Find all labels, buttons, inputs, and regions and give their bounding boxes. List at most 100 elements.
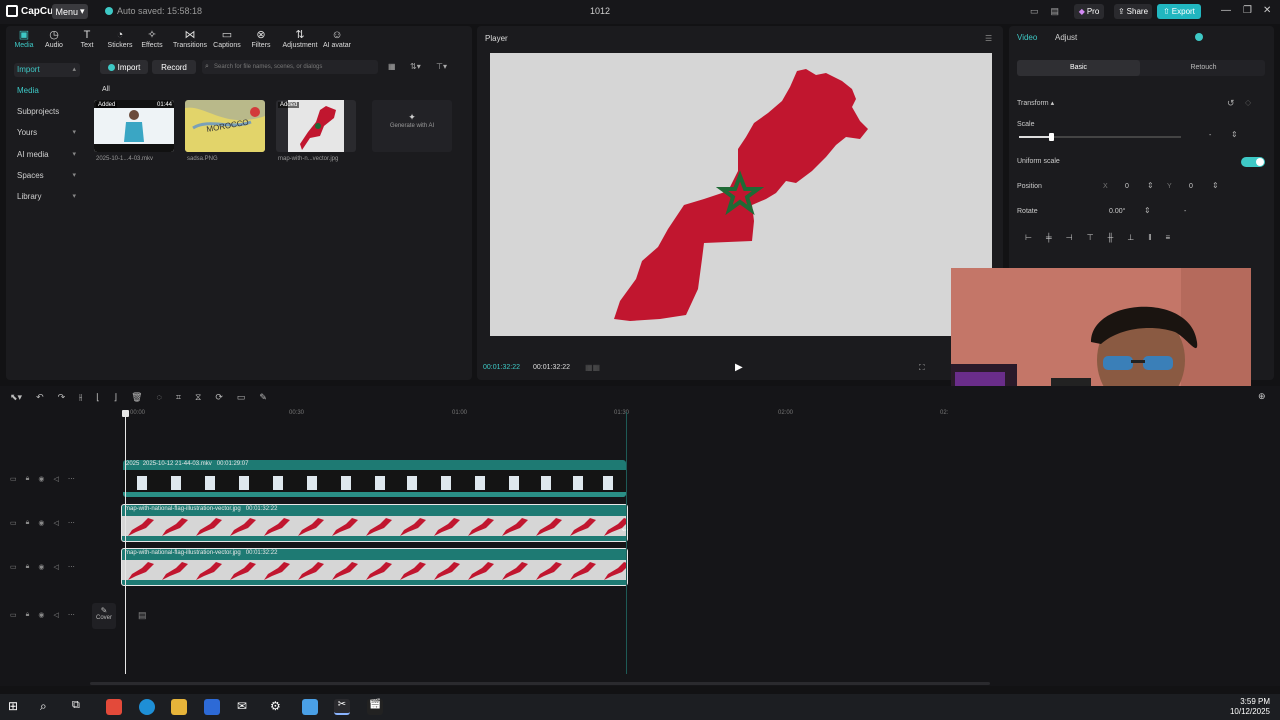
stepper-icon[interactable]: ⇕: [1231, 130, 1238, 139]
align-bottom-icon[interactable]: ⊥: [1127, 233, 1134, 242]
media-item-image[interactable]: Added: [276, 100, 356, 152]
add-track-icon[interactable]: ⊕: [1258, 391, 1266, 402]
colorful-app-icon[interactable]: [106, 699, 122, 715]
play-icon[interactable]: ▶: [735, 362, 743, 373]
layout-icon[interactable]: ▤: [1051, 6, 1060, 17]
fullscreen-icon[interactable]: ⛶: [919, 363, 925, 373]
speaker-icon[interactable]: ◁: [53, 519, 58, 527]
tool-filters[interactable]: ⊗ Filters: [243, 28, 279, 49]
more-icon[interactable]: ⋯: [68, 519, 75, 527]
store-icon[interactable]: [204, 699, 220, 715]
rotate-extra[interactable]: -: [1184, 208, 1186, 215]
stepper-icon[interactable]: ⇕: [1144, 206, 1151, 215]
scale-slider[interactable]: [1019, 133, 1181, 141]
magic-icon[interactable]: ✎: [259, 392, 267, 403]
more-icon[interactable]: ⋯: [68, 611, 75, 619]
sidebar-item-library[interactable]: Library ▾: [14, 190, 80, 204]
lock-icon[interactable]: 🔒︎: [26, 563, 30, 571]
sidebar-item-spaces[interactable]: Spaces ▾: [14, 169, 80, 183]
record-button[interactable]: Record: [152, 60, 196, 74]
transform-section[interactable]: Transform ▴: [1017, 99, 1054, 107]
media-item-video[interactable]: Added 01:44: [94, 100, 174, 152]
media-item-image[interactable]: MOROCCO: [185, 100, 265, 152]
capcut-taskbar-icon[interactable]: ✂: [334, 699, 350, 715]
uniform-scale-toggle[interactable]: [1241, 157, 1265, 167]
shield-icon[interactable]: ◌: [157, 392, 162, 403]
scale-value[interactable]: -: [1209, 132, 1211, 139]
position-y-input[interactable]: 0: [1189, 183, 1193, 190]
lock-icon[interactable]: 🔒︎: [26, 475, 30, 483]
tool-text[interactable]: T Text: [69, 28, 105, 49]
chatgpt-icon[interactable]: ⚙: [270, 699, 286, 715]
stepper-icon[interactable]: ⇕: [1212, 181, 1219, 190]
tool-audio[interactable]: ◷ Audio: [36, 28, 72, 49]
menu-button[interactable]: Menu ▾: [52, 4, 88, 19]
task-view-icon[interactable]: ⧉: [72, 699, 88, 715]
minimize-icon[interactable]: —: [1221, 5, 1231, 16]
import-button[interactable]: Import: [100, 60, 148, 74]
video-clip[interactable]: 2025 2025-10-12 21-44-03.mkv 00:01:29:07: [123, 460, 626, 497]
tool-transitions[interactable]: ⋈ Transitions: [172, 28, 208, 49]
subtab-basic[interactable]: Basic: [1017, 60, 1140, 76]
eye-icon[interactable]: ◉: [38, 611, 44, 619]
speaker-icon[interactable]: ◁: [53, 475, 58, 483]
mail-icon[interactable]: ✉: [237, 699, 253, 715]
rotate-input[interactable]: 0.00°: [1109, 208, 1125, 215]
lock-icon[interactable]: 🔒︎: [26, 611, 30, 619]
align-center-h-icon[interactable]: ╪: [1046, 233, 1052, 242]
project-title[interactable]: 1012: [590, 6, 610, 16]
edge-browser-icon[interactable]: [139, 699, 155, 715]
menu-icon[interactable]: ☰: [985, 34, 992, 43]
tool-stickers[interactable]: ◔ Stickers: [102, 28, 138, 49]
lock-icon[interactable]: 🔒︎: [26, 519, 30, 527]
split-icon[interactable]: ⫲: [79, 392, 82, 403]
tool-captions[interactable]: ▭ Captions: [209, 28, 245, 49]
more-icon[interactable]: ⋯: [68, 563, 75, 571]
export-button[interactable]: ⇧ Export: [1157, 4, 1201, 19]
trim-right-icon[interactable]: ⌋: [114, 392, 118, 403]
sidebar-item-ai-media[interactable]: AI media ▾: [14, 148, 80, 162]
distribute-v-icon[interactable]: ≡: [1166, 233, 1171, 242]
trim-left-icon[interactable]: ⌊: [96, 392, 100, 403]
mirror-icon[interactable]: ⧖: [195, 392, 201, 403]
more-icon[interactable]: ⋯: [68, 475, 75, 483]
grid-view-icon[interactable]: ▦: [388, 62, 396, 71]
tool-effects[interactable]: ✧ Effects: [134, 28, 170, 49]
sidebar-item-media[interactable]: Media: [14, 84, 80, 98]
align-left-icon[interactable]: ⊢: [1025, 233, 1032, 242]
close-icon[interactable]: ✕: [1263, 5, 1271, 16]
folder-icon[interactable]: [171, 699, 187, 715]
pro-button[interactable]: ◆ Pro: [1074, 4, 1104, 19]
shortcut-icon[interactable]: ▭: [1030, 6, 1039, 17]
align-right-icon[interactable]: ⊣: [1066, 233, 1073, 242]
timeline-scrollbar[interactable]: [90, 682, 990, 685]
align-top-icon[interactable]: ⊤: [1087, 233, 1094, 242]
redo-icon[interactable]: ↷: [58, 392, 66, 403]
clapper-icon[interactable]: 🎬︎: [367, 699, 383, 715]
rotate-icon[interactable]: ⟳: [215, 392, 223, 403]
playhead[interactable]: [125, 412, 126, 674]
crop-icon[interactable]: ⌗: [176, 392, 181, 403]
tool-adjustment[interactable]: ⇅ Adjustment: [280, 28, 320, 49]
app-icon[interactable]: [302, 699, 318, 715]
image-clip[interactable]: map-with-national-flag-illustration-vect…: [121, 504, 628, 542]
cover-button[interactable]: ✎ Cover: [92, 603, 116, 629]
tab-adjust[interactable]: Adjust: [1055, 33, 1077, 42]
generate-with-ai-button[interactable]: ✦ Generate with AI: [372, 100, 452, 152]
filter-icon[interactable]: ⊤▾: [436, 62, 447, 71]
system-clock[interactable]: 3:59 PM 10/12/2025: [1230, 697, 1270, 717]
tool-ai-avatar[interactable]: ☺ AI avatar: [320, 28, 354, 49]
keyframe-icon[interactable]: ◇: [1245, 98, 1251, 107]
distribute-h-icon[interactable]: ‖: [1148, 233, 1151, 242]
sidebar-item-yours[interactable]: Yours ▾: [14, 126, 80, 140]
speaker-icon[interactable]: ◁: [53, 611, 58, 619]
eye-icon[interactable]: ◉: [38, 475, 44, 483]
align-center-v-icon[interactable]: ╫: [1108, 233, 1114, 242]
reset-icon[interactable]: ↺: [1227, 98, 1235, 109]
maximize-icon[interactable]: ❐: [1243, 5, 1252, 16]
eye-icon[interactable]: ◉: [38, 519, 44, 527]
eye-icon[interactable]: ◉: [38, 563, 44, 571]
sort-icon[interactable]: ⇅▾: [410, 62, 421, 71]
preview-canvas[interactable]: [490, 53, 992, 336]
speaker-icon[interactable]: ◁: [53, 563, 58, 571]
